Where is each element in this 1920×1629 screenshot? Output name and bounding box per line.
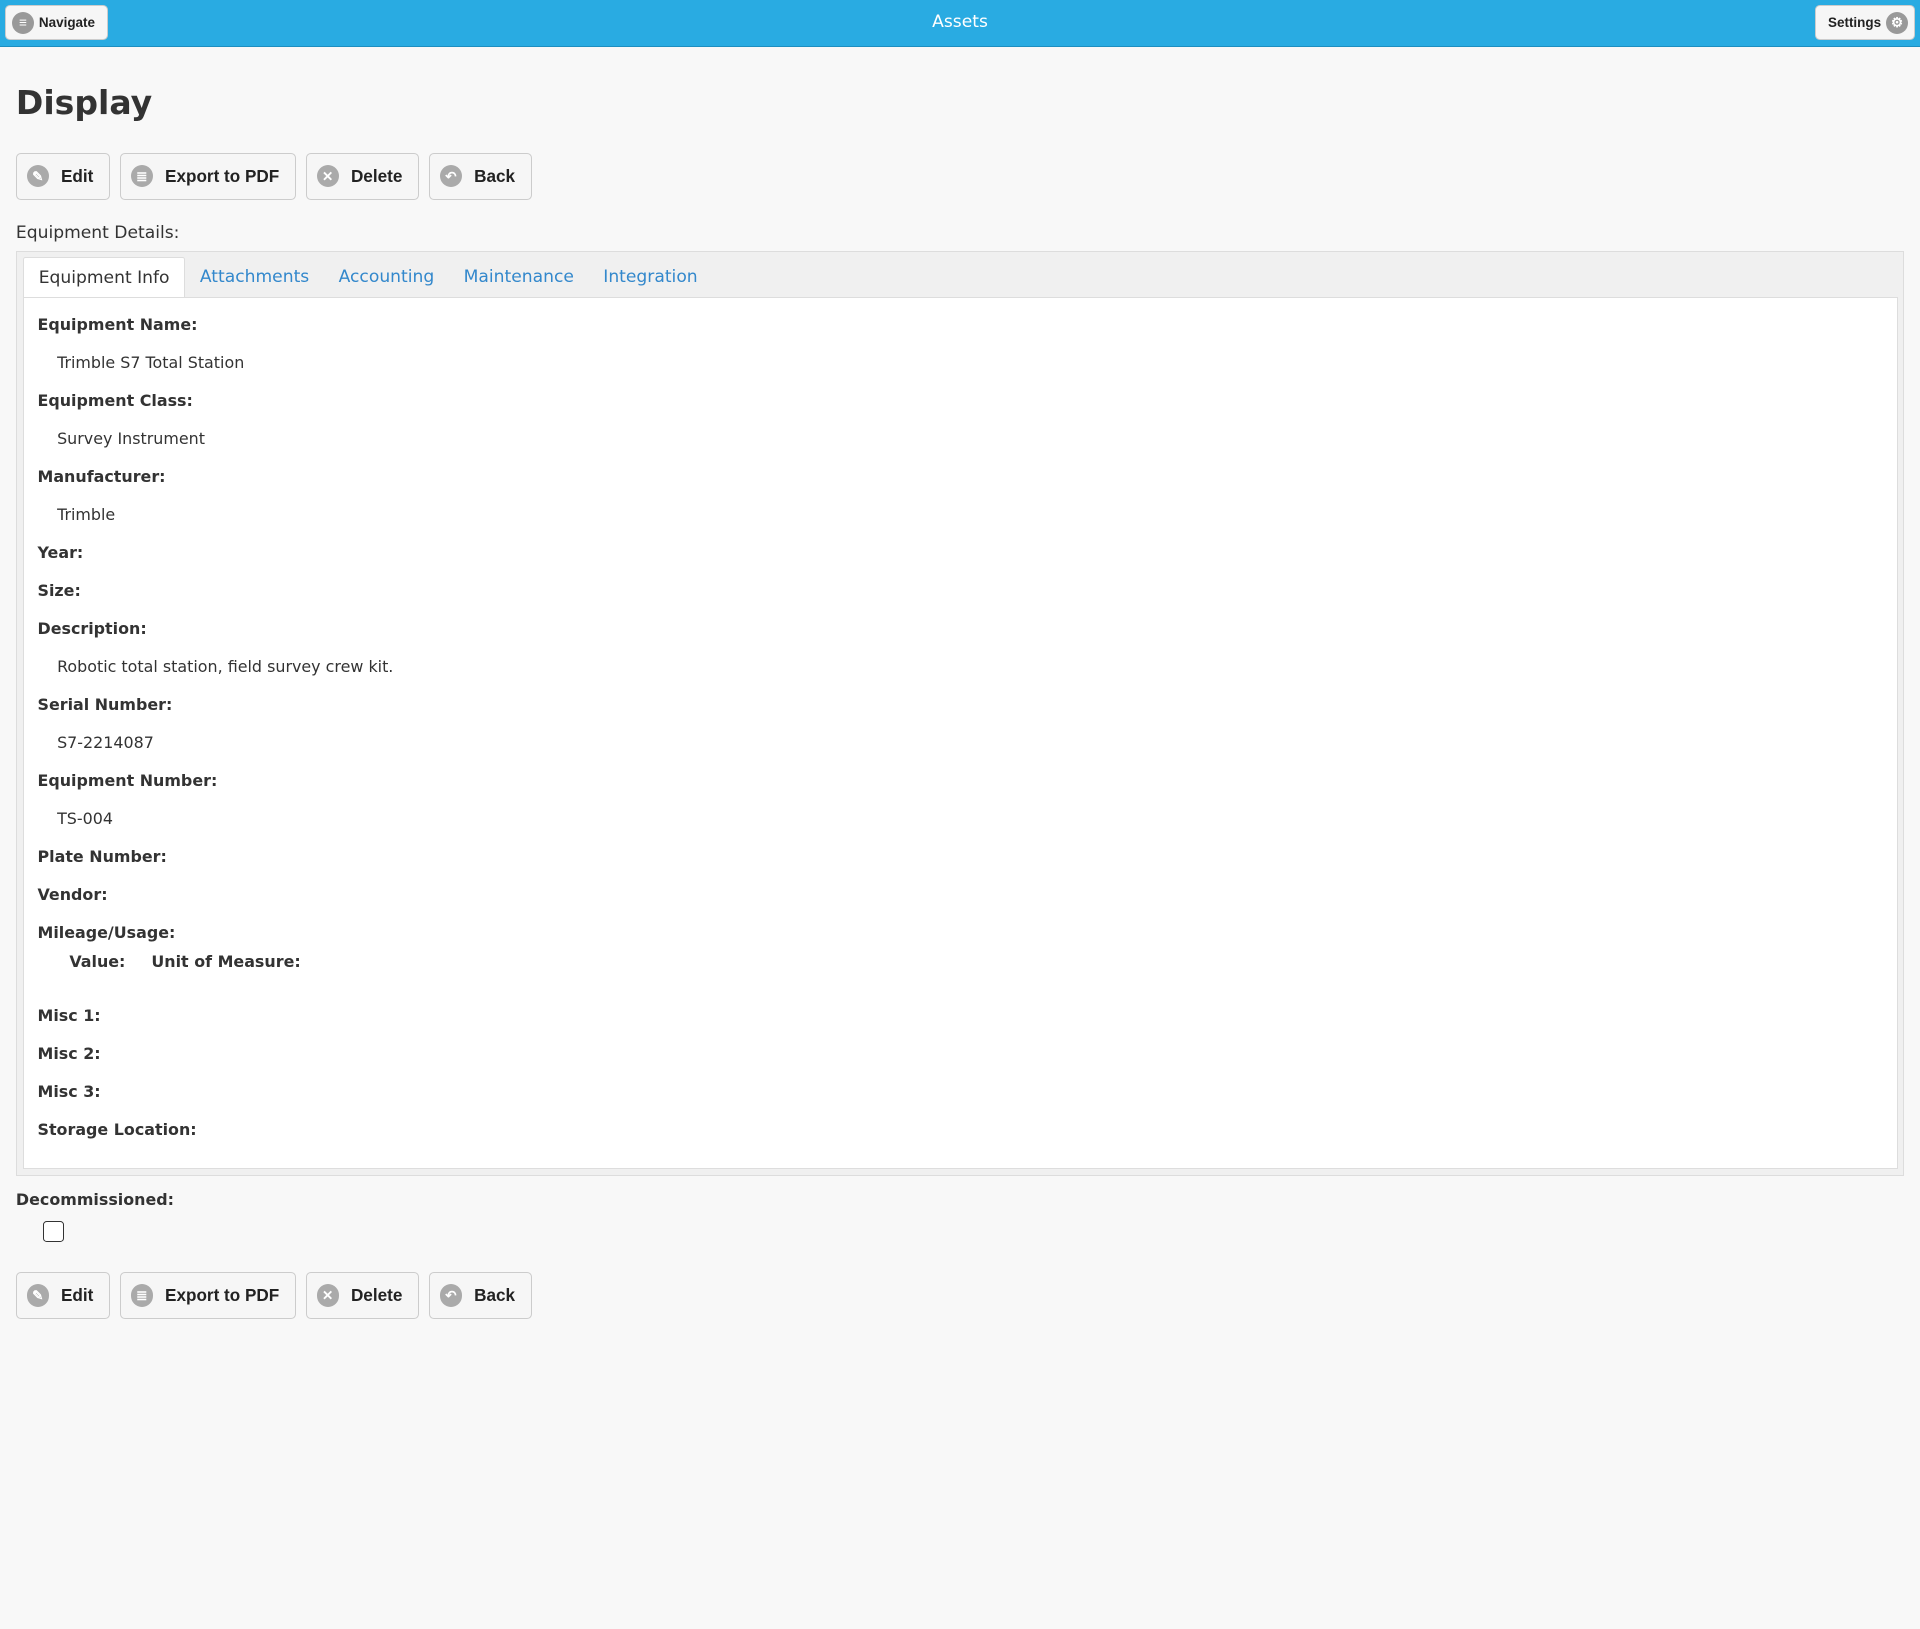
description-label: Description:: [37, 619, 147, 639]
decommissioned-checkbox[interactable]: [42, 1220, 64, 1242]
back-arrow-icon: ↶: [439, 165, 462, 188]
serial-number-label: Serial Number:: [37, 695, 173, 715]
back-button[interactable]: ↶ Back: [429, 153, 532, 200]
equipment-details-label: Equipment Details:: [15, 222, 180, 243]
tab-maintenance[interactable]: Maintenance: [449, 257, 589, 297]
misc1-label: Misc 1:: [37, 1006, 101, 1026]
mileage-value-label: Value:: [69, 952, 126, 972]
tab-integration[interactable]: Integration: [589, 257, 713, 297]
tab-bar: Equipment Info Attachments Accounting Ma…: [23, 256, 713, 299]
edit-label: Edit: [60, 165, 94, 186]
tab-accounting[interactable]: Accounting: [324, 257, 449, 297]
bottom-action-bar: ✎ Edit ≣ Export to PDF ✕ Delete ↶ Back: [15, 1272, 532, 1319]
export-label: Export to PDF: [165, 1285, 280, 1305]
list-icon: ≣: [130, 1284, 153, 1307]
size-label: Size:: [37, 581, 81, 601]
description-value: Robotic total station, field survey crew…: [57, 657, 394, 677]
equipment-class-label: Equipment Class:: [37, 391, 193, 411]
manufacturer-label: Manufacturer:: [37, 467, 166, 487]
back-arrow-icon: ↶: [439, 1284, 462, 1307]
settings-label: Settings: [1828, 15, 1882, 31]
edit-button[interactable]: ✎ Edit: [15, 153, 111, 200]
menu-icon: ≡: [12, 11, 35, 34]
manufacturer-value: Trimble: [57, 505, 116, 525]
tab-attachments[interactable]: Attachments: [185, 257, 324, 297]
navigate-label: Navigate: [38, 15, 96, 31]
misc2-label: Misc 2:: [37, 1044, 101, 1064]
pencil-icon: ✎: [26, 165, 49, 188]
gear-icon: ⚙: [1885, 11, 1909, 34]
delete-label: Delete: [350, 1285, 403, 1305]
equipment-info-panel: Equipment Name: Trimble S7 Total Station…: [23, 297, 1898, 1170]
back-label: Back: [474, 165, 516, 186]
vendor-label: Vendor:: [37, 884, 108, 904]
settings-button[interactable]: Settings ⚙: [1814, 4, 1916, 41]
page-title: Display: [15, 83, 153, 123]
decommissioned-label: Decommissioned:: [15, 1190, 175, 1210]
edit-button-bottom[interactable]: ✎ Edit: [15, 1272, 111, 1319]
back-button-bottom[interactable]: ↶ Back: [429, 1272, 532, 1319]
navigate-button[interactable]: ≡ Navigate: [4, 4, 109, 41]
delete-button-bottom[interactable]: ✕ Delete: [305, 1272, 420, 1319]
serial-number-value: S7-2214087: [57, 733, 154, 752]
header-title: Assets: [932, 12, 988, 32]
equipment-tabs: Equipment Info Attachments Accounting Ma…: [15, 251, 1905, 1176]
export-pdf-button-bottom[interactable]: ≣ Export to PDF: [119, 1272, 297, 1319]
delete-label: Delete: [350, 165, 403, 186]
back-label: Back: [474, 1285, 516, 1305]
equipment-number-value: TS-004: [57, 808, 113, 828]
equipment-class-value: Survey Instrument: [57, 429, 205, 449]
tab-equipment-info[interactable]: Equipment Info: [23, 256, 186, 299]
plate-number-label: Plate Number:: [37, 846, 167, 866]
mileage-usage-label: Mileage/Usage:: [37, 922, 176, 942]
equipment-name-label: Equipment Name:: [37, 315, 198, 335]
pencil-icon: ✎: [26, 1284, 49, 1307]
year-label: Year:: [37, 543, 84, 563]
top-action-bar: ✎ Edit ≣ Export to PDF ✕ Delete ↶ Back: [15, 153, 532, 200]
close-icon: ✕: [316, 1284, 339, 1307]
misc3-label: Misc 3:: [37, 1081, 101, 1101]
delete-button[interactable]: ✕ Delete: [305, 153, 420, 200]
close-icon: ✕: [316, 165, 339, 188]
equipment-name-value: Trimble S7 Total Station: [57, 353, 245, 373]
unit-of-measure-label: Unit of Measure:: [151, 952, 301, 972]
equipment-number-label: Equipment Number:: [37, 770, 218, 790]
app-header: Assets ≡ Navigate Settings ⚙: [0, 0, 1920, 47]
list-icon: ≣: [130, 165, 153, 188]
export-label: Export to PDF: [165, 165, 280, 186]
export-pdf-button[interactable]: ≣ Export to PDF: [119, 153, 297, 200]
edit-label: Edit: [60, 1285, 94, 1305]
storage-location-label: Storage Location:: [37, 1119, 197, 1139]
